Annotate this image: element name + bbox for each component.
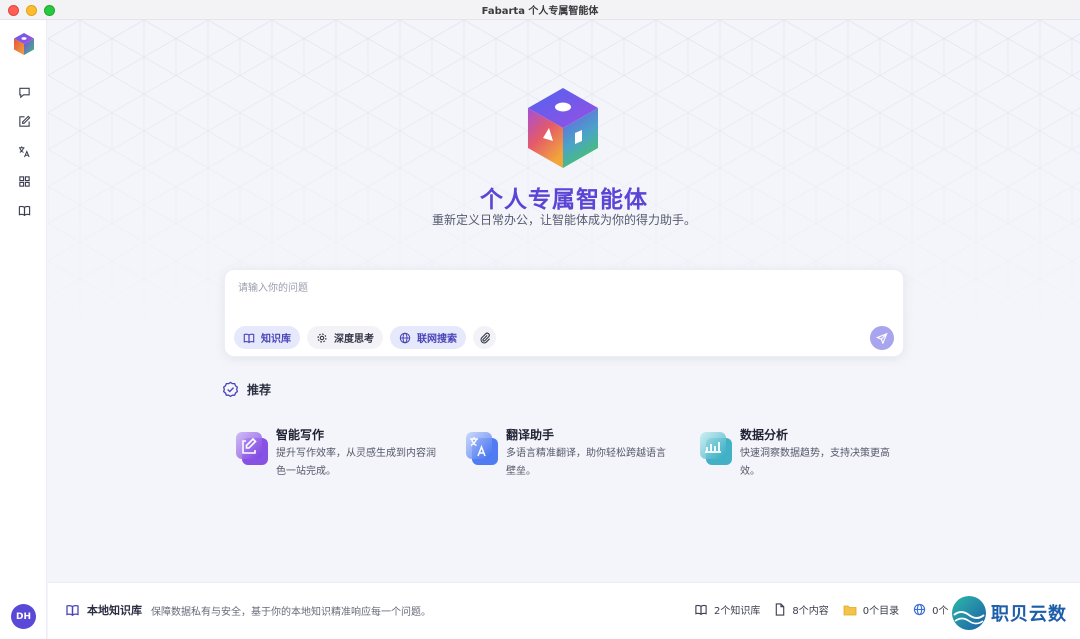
title-bar: Fabarta 个人专属智能体: [0, 0, 1080, 20]
edit-icon: [236, 432, 268, 465]
globe-icon: [399, 332, 411, 343]
recommend-card-writing[interactable]: 智能写作 提升写作效率，从灵感生成到内容润色一站完成。: [224, 424, 444, 484]
sidebar-item-apps[interactable]: [13, 170, 35, 192]
stat-label: 8个内容: [792, 606, 829, 617]
globe-icon: [913, 603, 926, 616]
stat-web[interactable]: 0个: [913, 602, 949, 617]
send-icon: [876, 332, 888, 344]
paperclip-icon: [480, 332, 490, 343]
recommend-card-title: 数据分析: [740, 428, 789, 442]
window-title: Fabarta 个人专属智能体: [481, 6, 599, 17]
attach-button[interactable]: [473, 326, 496, 349]
sidebar-item-translate[interactable]: [13, 140, 35, 162]
web-search-toggle[interactable]: 联网搜索: [390, 326, 466, 349]
input-options: 知识库 深度思考 联网搜索: [234, 326, 496, 349]
recommend-card-desc: 快速洞察数据趋势，支持决策更高效。: [740, 448, 890, 477]
sidebar: DH: [0, 20, 47, 639]
recommend-header: 推荐: [222, 381, 271, 398]
send-button[interactable]: [870, 326, 894, 350]
book-icon: [66, 604, 79, 617]
hero-title: 个人专属智能体: [480, 187, 648, 213]
chart-icon: [700, 432, 732, 465]
question-input[interactable]: [238, 279, 878, 297]
hero-cube-icon: [528, 88, 598, 168]
local-knowledge-title[interactable]: 本地知识库 保障数据私有与安全，基于你的本地知识精准响应每一个问题。: [65, 602, 431, 618]
check-circle-icon: [222, 381, 239, 398]
recommend-card-title: 翻译助手: [506, 428, 555, 442]
minimize-window-button[interactable]: [26, 5, 37, 16]
user-avatar[interactable]: DH: [11, 604, 36, 629]
web-search-toggle-label: 联网搜索: [417, 334, 457, 345]
stat-contents[interactable]: 8个内容: [774, 602, 829, 617]
knowledge-stats: 2个知识库 8个内容 0个目录 0个: [694, 602, 949, 617]
hero-subtitle: 重新定义日常办公，让智能体成为你的得力助手。: [431, 213, 696, 227]
gear-icon: [317, 333, 327, 342]
question-input-card: 知识库 深度思考 联网搜索: [224, 269, 904, 357]
window-controls: [8, 5, 55, 16]
recommend-card-desc: 多语言精准翻译，助你轻松跨越语言壁垒。: [506, 448, 666, 477]
recommend-card-title: 智能写作: [276, 428, 325, 442]
knowledge-base-toggle[interactable]: 知识库: [234, 326, 300, 349]
main-area: 个人专属智能体 重新定义日常办公，让智能体成为你的得力助手。 知识库 深度思考: [48, 20, 1080, 582]
book-icon: [243, 333, 255, 343]
stat-label: 2个知识库: [714, 606, 761, 617]
close-window-button[interactable]: [8, 5, 19, 16]
grid-icon: [18, 175, 30, 187]
stat-label: 0个目录: [862, 606, 900, 617]
folder-icon: [843, 605, 857, 615]
recommend-label: 推荐: [247, 383, 272, 397]
recommend-card-data-analysis[interactable]: 数据分析 快速洞察数据趋势，支持决策更高效。: [688, 424, 908, 484]
local-knowledge-name: 本地知识库: [87, 604, 142, 617]
sidebar-item-knowledge[interactable]: [13, 199, 35, 221]
book-icon: [18, 205, 30, 216]
zoom-window-button[interactable]: [44, 5, 55, 16]
deep-thinking-toggle-label: 深度思考: [334, 334, 374, 345]
stat-directories[interactable]: 0个目录: [843, 602, 899, 617]
local-knowledge-desc: 保障数据私有与安全，基于你的本地知识精准响应每一个问题。: [151, 606, 431, 618]
translate-icon: [466, 432, 498, 465]
stat-label: 0个: [932, 606, 949, 617]
watermark: 职贝云数: [951, 595, 1067, 631]
edit-icon: [18, 115, 30, 127]
watermark-text: 职贝云数: [991, 604, 1067, 625]
recommend-card-desc: 提升写作效率，从灵感生成到内容润色一站完成。: [276, 448, 436, 477]
translate-icon: [18, 145, 30, 157]
recommend-card-translation[interactable]: 翻译助手 多语言精准翻译，助你轻松跨越语言壁垒。: [454, 424, 674, 484]
app-logo-icon: [14, 33, 34, 55]
sidebar-item-chat[interactable]: [13, 81, 35, 103]
local-knowledge-footer: 本地知识库 保障数据私有与安全，基于你的本地知识精准响应每一个问题。 2个知识库…: [48, 582, 1080, 639]
file-icon: [776, 603, 785, 616]
stat-knowledge-bases[interactable]: 2个知识库: [694, 602, 760, 617]
deep-thinking-toggle[interactable]: 深度思考: [307, 326, 383, 349]
wave-logo-icon: [952, 596, 986, 630]
book-icon: [695, 604, 707, 616]
sidebar-item-write[interactable]: [13, 110, 35, 132]
knowledge-base-toggle-label: 知识库: [261, 334, 291, 345]
chat-icon: [18, 87, 30, 98]
